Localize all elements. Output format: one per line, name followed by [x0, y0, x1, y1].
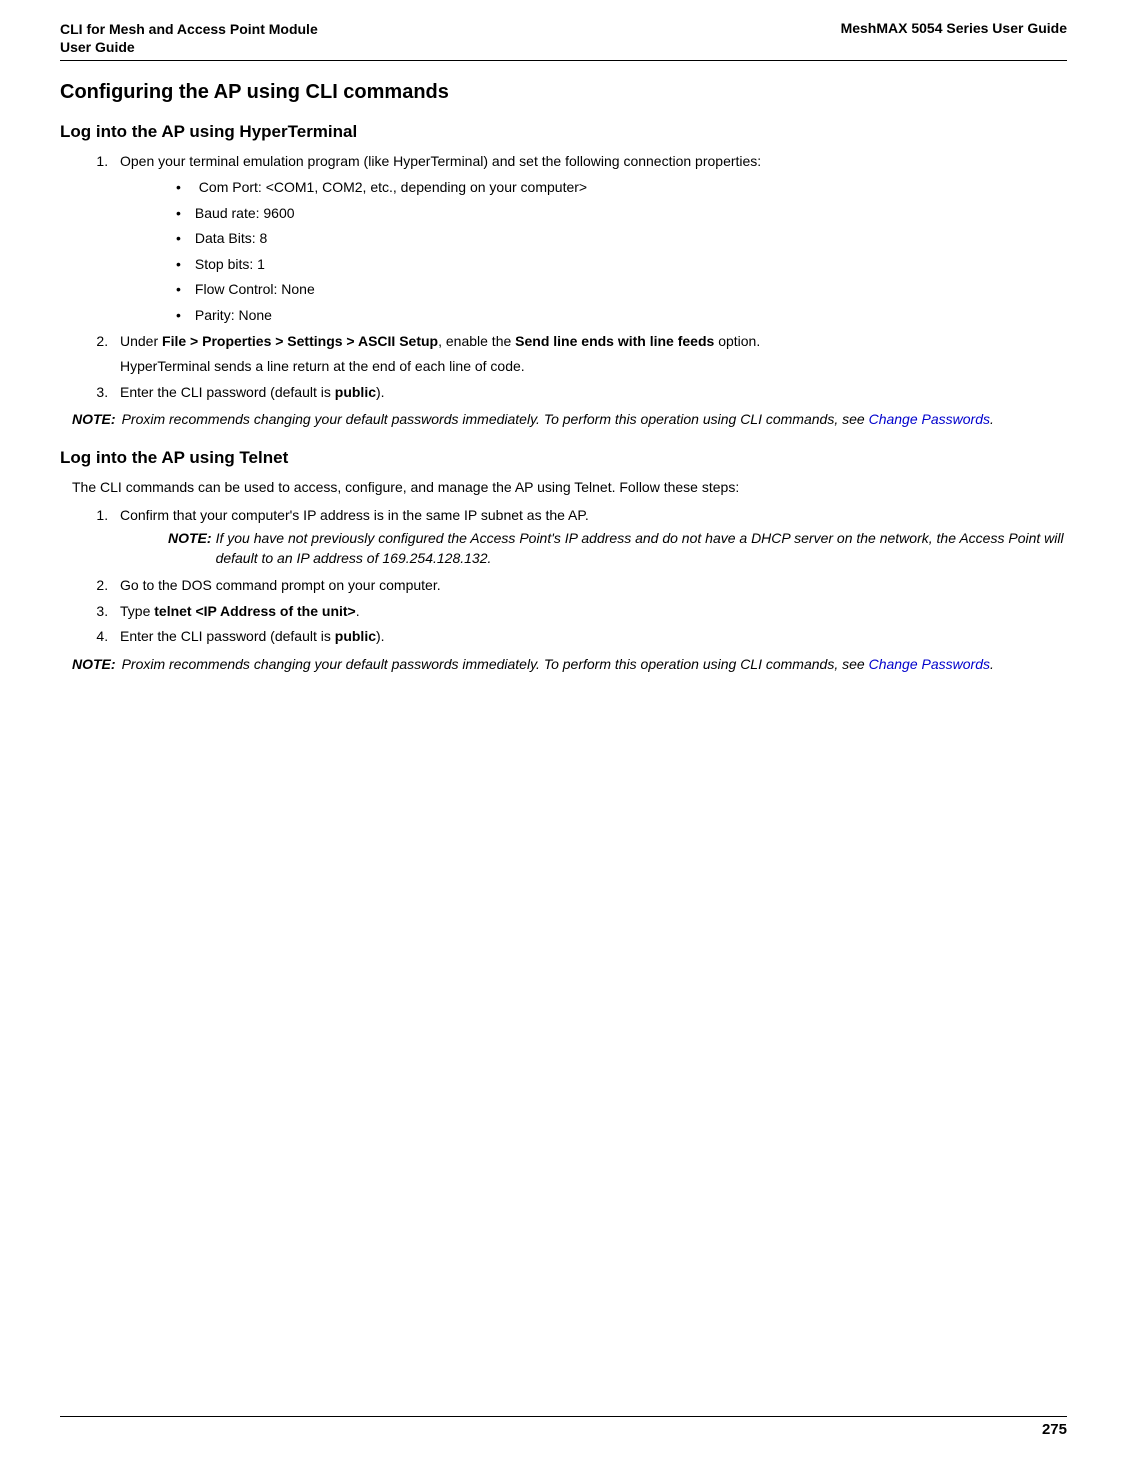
note-post: . — [990, 411, 994, 427]
step3-pre: Enter the CLI password (default is — [120, 384, 335, 400]
step4-pre: Enter the CLI password (default is — [120, 628, 335, 644]
step4-bold: public — [335, 628, 376, 644]
section2-step4: Enter the CLI password (default is publi… — [112, 627, 1067, 647]
section-telnet: Log into the AP using Telnet The CLI com… — [60, 448, 1067, 675]
note-text: Proxim recommends changing your default … — [122, 410, 994, 430]
section1-steps: Open your terminal emulation program (li… — [72, 152, 1067, 402]
note-pre: Proxim recommends changing your default … — [122, 411, 869, 427]
section1-step2: Under File > Properties > Settings > ASC… — [112, 332, 1067, 377]
bullet-stop-bits: Stop bits: 1 — [168, 255, 1067, 275]
change-passwords-link[interactable]: Change Passwords — [869, 411, 990, 427]
section1-step3: Enter the CLI password (default is publi… — [112, 383, 1067, 403]
header-left-line1: CLI for Mesh and Access Point Module — [60, 21, 318, 37]
section1-step1: Open your terminal emulation program (li… — [112, 152, 1067, 325]
step2-bold2: Send line ends with line feeds — [515, 333, 714, 349]
page-footer: 275 — [60, 1416, 1067, 1438]
step4-post: ). — [376, 628, 385, 644]
note-text: Proxim recommends changing your default … — [122, 655, 994, 675]
section1-title: Log into the AP using HyperTerminal — [60, 122, 1067, 142]
section2-step2: Go to the DOS command prompt on your com… — [112, 576, 1067, 596]
step1-text: Open your terminal emulation program (li… — [120, 153, 761, 169]
page-title: Configuring the AP using CLI commands — [60, 81, 1067, 104]
step1-text: Confirm that your computer's IP address … — [120, 507, 589, 523]
section2-title: Log into the AP using Telnet — [60, 448, 1067, 468]
note-post: . — [990, 656, 994, 672]
header-right: MeshMAX 5054 Series User Guide — [841, 20, 1067, 56]
header-left: CLI for Mesh and Access Point Module Use… — [60, 20, 318, 56]
inner-note-text: If you have not previously configured th… — [216, 529, 1067, 568]
header-left-line2: User Guide — [60, 39, 135, 55]
section2-steps: Confirm that your computer's IP address … — [72, 506, 1067, 648]
note-label: NOTE: — [72, 655, 116, 675]
bullet-parity: Parity: None — [168, 306, 1067, 326]
step2-post: option. — [714, 333, 760, 349]
note-label: NOTE: — [72, 410, 116, 430]
section-hyperterminal: Log into the AP using HyperTerminal Open… — [60, 122, 1067, 430]
inner-note-label: NOTE: — [168, 529, 212, 568]
bullet-com-port: Com Port: <COM1, COM2, etc., depending o… — [168, 178, 1067, 198]
section2-content: Confirm that your computer's IP address … — [60, 506, 1067, 648]
section1-content: Open your terminal emulation program (li… — [60, 152, 1067, 402]
section2-step1: Confirm that your computer's IP address … — [112, 506, 1067, 569]
page-number: 275 — [1042, 1421, 1067, 1438]
step2-mid: , enable the — [438, 333, 515, 349]
step2-pre: Under — [120, 333, 162, 349]
step3-pre: Type — [120, 603, 154, 619]
section1-note: NOTE: Proxim recommends changing your de… — [60, 410, 1067, 430]
step3-bold: public — [335, 384, 376, 400]
step3-post: ). — [376, 384, 385, 400]
page-header: CLI for Mesh and Access Point Module Use… — [60, 20, 1067, 61]
note-pre: Proxim recommends changing your default … — [122, 656, 869, 672]
step2-bold1: File > Properties > Settings > ASCII Set… — [162, 333, 438, 349]
section2-step3: Type telnet <IP Address of the unit>. — [112, 602, 1067, 622]
section2-note: NOTE: Proxim recommends changing your de… — [60, 655, 1067, 675]
change-passwords-link[interactable]: Change Passwords — [869, 656, 990, 672]
step3-bold: telnet <IP Address of the unit> — [154, 603, 355, 619]
section2-inner-note: NOTE: If you have not previously configu… — [120, 529, 1067, 568]
bullet-flow-control: Flow Control: None — [168, 280, 1067, 300]
step3-post: . — [356, 603, 360, 619]
section2-intro: The CLI commands can be used to access, … — [60, 478, 1067, 498]
bullet-data-bits: Data Bits: 8 — [168, 229, 1067, 249]
bullet-baud-rate: Baud rate: 9600 — [168, 204, 1067, 224]
step2-sub: HyperTerminal sends a line return at the… — [120, 357, 1067, 377]
section1-bullets: Com Port: <COM1, COM2, etc., depending o… — [120, 178, 1067, 326]
